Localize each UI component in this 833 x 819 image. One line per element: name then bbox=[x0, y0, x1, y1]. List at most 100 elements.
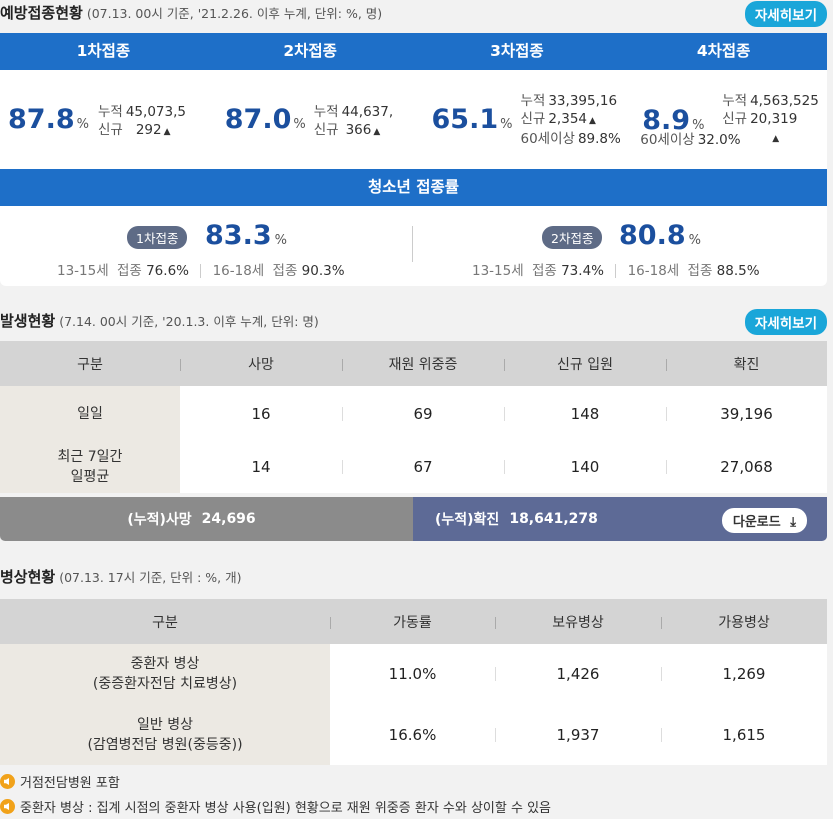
dose-3-stats: 65.1% 누적 33,395,16 신규 2,354 ▲ 60세이상 89.8% bbox=[414, 70, 621, 169]
daily-confirmed: 39,196 bbox=[666, 386, 827, 441]
icu-available: 1,269 bbox=[661, 644, 827, 704]
up-arrow-icon: ▲ bbox=[373, 127, 381, 137]
teen-dose-2-breakdown: 13-15세 접종 73.4% 16-18세 접종 88.5% bbox=[472, 263, 760, 279]
dose-2-header: 2차접종 bbox=[283, 42, 337, 60]
dose-2-detail: 누적 44,637, 신규 366 ▲ bbox=[313, 104, 394, 138]
general-utilization: 16.6% bbox=[330, 704, 495, 765]
table-row: 중환자 병상 (중증환자전담 치료병상) 11.0% 1,426 1,269 bbox=[0, 644, 827, 704]
beds-table: 구분 가동률 보유병상 가용병상 중환자 병상 (중증환자전담 치료병상) 11… bbox=[0, 599, 827, 765]
download-button[interactable]: 다운로드 ⤓ bbox=[721, 508, 807, 533]
teen-divider bbox=[412, 226, 413, 262]
dose-1-header: 1차접종 bbox=[76, 42, 131, 60]
col-new-admissions: 신규 입원 bbox=[504, 354, 666, 374]
up-arrow-icon: ▲ bbox=[589, 116, 596, 126]
dose-2-new: 366 bbox=[345, 122, 372, 138]
teen-dose-1-badge: 1차접종 bbox=[127, 226, 188, 249]
dose-4-age-detail: 60세이상 32.0% bbox=[640, 132, 741, 148]
teen-dose-2-badge: 2차접종 bbox=[542, 226, 603, 249]
dose-1-detail: 누적 45,073,5 신규 292 ▲ bbox=[98, 104, 186, 138]
dose-2-cumulative: 44,637, bbox=[341, 104, 394, 120]
dose-2-stats: 87.0% 누적 44,637, 신규 366 ▲ bbox=[207, 70, 414, 169]
general-available: 1,615 bbox=[661, 704, 827, 765]
dose-3-age60: 89.8% bbox=[577, 131, 621, 147]
vaccination-header: 예방접종현황 (07.13. 00시 기준, '21.2.26. 이후 누계, … bbox=[0, 0, 833, 27]
up-arrow-icon: ▲ bbox=[163, 127, 171, 137]
cumulative-bar: (누적)사망 24,696 (누적)확진 18,641,278 다운로드 ⤓ bbox=[0, 497, 827, 541]
teen-dose-2: 2차접종 80.8% 13-15세 접종 73.4% 16-18세 접종 88.… bbox=[414, 206, 827, 285]
dose-3-new: 2,354 bbox=[548, 111, 587, 127]
dose-4-header: 4차접종 bbox=[696, 42, 751, 60]
occurrence-table-header: 구분 사망 재원 위중증 신규 입원 확진 bbox=[0, 341, 827, 386]
dose-header-bar: 1차접종 2차접종 3차접종 4차접종 bbox=[0, 33, 827, 70]
col-category: 구분 bbox=[152, 614, 178, 631]
dose-1-rate: 87.8% bbox=[8, 104, 89, 135]
speaker-icon bbox=[0, 799, 15, 814]
row-label-7day-avg: 최근 7일간 일평균 bbox=[0, 441, 180, 493]
col-utilization: 가동률 bbox=[330, 612, 495, 632]
note-1: 거점전담병원 포함 bbox=[0, 772, 120, 791]
teen-dose-2-rate: 80.8% bbox=[619, 220, 701, 251]
table-row: 일반 병상 (감염병전담 병원(중등중)) 16.6% 1,937 1,615 bbox=[0, 704, 827, 765]
teen-title-bar: 청소년 접종률 bbox=[0, 169, 827, 206]
beds-title: 병상현황 bbox=[0, 567, 56, 586]
cumulative-confirmed: (누적)확진 18,641,278 다운로드 ⤓ bbox=[413, 497, 827, 541]
teen-stats-row: 1차접종 83.3% 13-15세 접종 76.6% 16-18세 접종 90.… bbox=[0, 206, 827, 285]
dose-4-new: 20,319 bbox=[750, 111, 798, 127]
table-row: 최근 7일간 일평균 14 67 140 27,068 bbox=[0, 441, 827, 493]
dose-4-cumulative: 4,563,525 bbox=[750, 93, 819, 109]
divider bbox=[615, 264, 617, 278]
dose-stats-row: 87.8% 누적 45,073,5 신규 292 ▲ 87.0% 누적 44,637, … bbox=[0, 70, 827, 169]
vaccination-title: 예방접종현황 bbox=[0, 3, 83, 22]
table-row: 일일 16 69 148 39,196 bbox=[0, 386, 827, 441]
beds-header: 병상현황 (07.13. 17시 기준, 단위 : %, 개) bbox=[0, 565, 833, 587]
dose-1-stats: 87.8% 누적 45,073,5 신규 292 ▲ bbox=[0, 70, 207, 169]
daily-new-admissions: 148 bbox=[504, 386, 666, 441]
row-label-general: 일반 병상 (감염병전담 병원(중등중)) bbox=[0, 704, 330, 765]
col-critical: 재원 위중증 bbox=[342, 354, 504, 374]
cumulative-deaths: (누적)사망 24,696 bbox=[0, 497, 413, 541]
download-icon: ⤓ bbox=[790, 515, 796, 530]
col-deaths: 사망 bbox=[180, 354, 342, 374]
note-2: 중환자 병상 : 집계 시점의 중환자 병상 사용(입원) 현황으로 재원 위중… bbox=[0, 797, 551, 816]
daily-deaths: 16 bbox=[180, 386, 342, 441]
dose-1-cumulative: 45,073,5 bbox=[125, 104, 186, 120]
teen-dose-1-breakdown: 13-15세 접종 76.6% 16-18세 접종 90.3% bbox=[57, 263, 345, 279]
dose-3-detail: 누적 33,395,16 신규 2,354 ▲ 60세이상 89.8% bbox=[520, 93, 621, 147]
vaccination-note: (07.13. 00시 기준, '21.2.26. 이후 누계, 단위: %, … bbox=[86, 5, 383, 21]
icu-utilization: 11.0% bbox=[330, 644, 495, 704]
teen-dose-1-rate: 83.3% bbox=[205, 220, 287, 251]
icu-owned: 1,426 bbox=[495, 644, 661, 704]
row-label-icu: 중환자 병상 (중증환자전담 치료병상) bbox=[0, 644, 330, 704]
occurrence-header: 발생현황 (7.14. 00시 기준, '20.1.3. 이후 누계, 단위: … bbox=[0, 308, 833, 335]
beds-table-header: 구분 가동률 보유병상 가용병상 bbox=[0, 599, 827, 644]
up-arrow-icon: ▲ bbox=[772, 134, 780, 144]
speaker-icon bbox=[0, 774, 15, 789]
avg-confirmed: 27,068 bbox=[666, 441, 827, 493]
vaccination-detail-button[interactable]: 자세히보기 bbox=[744, 1, 827, 27]
col-owned-beds: 보유병상 bbox=[495, 612, 661, 632]
dose-2-rate: 87.0% bbox=[224, 104, 306, 135]
avg-new-admissions: 140 bbox=[504, 441, 666, 493]
occurrence-table: 구분 사망 재원 위중증 신규 입원 확진 일일 16 69 148 39,19… bbox=[0, 341, 827, 493]
col-confirmed: 확진 bbox=[666, 354, 827, 374]
occurrence-title: 발생현황 bbox=[0, 311, 56, 330]
dose-3-header: 3차접종 bbox=[490, 42, 544, 60]
divider bbox=[200, 264, 202, 278]
dose-1-new: 292 bbox=[135, 122, 162, 138]
dose-3-rate: 65.1% bbox=[431, 104, 513, 135]
dose-3-cumulative: 33,395,16 bbox=[548, 93, 618, 109]
general-owned: 1,937 bbox=[495, 704, 661, 765]
col-category: 구분 bbox=[77, 356, 103, 373]
occurrence-detail-button[interactable]: 자세히보기 bbox=[744, 309, 827, 335]
avg-critical: 67 bbox=[342, 441, 504, 493]
occurrence-note: (7.14. 00시 기준, '20.1.3. 이후 누계, 단위: 명) bbox=[59, 313, 319, 329]
row-label-daily: 일일 bbox=[0, 386, 180, 441]
dose-4-age60: 32.0% bbox=[697, 132, 741, 148]
col-available-beds: 가용병상 bbox=[661, 612, 827, 632]
avg-deaths: 14 bbox=[180, 441, 342, 493]
dose-4-stats: 8.9% 누적 4,563,525 신규 20,319 ▲ 60세이상 32.0% bbox=[620, 70, 827, 169]
daily-critical: 69 bbox=[342, 386, 504, 441]
teen-dose-1: 1차접종 83.3% 13-15세 접종 76.6% 16-18세 접종 90.… bbox=[0, 206, 413, 285]
beds-note: (07.13. 17시 기준, 단위 : %, 개) bbox=[59, 569, 242, 585]
vaccination-panel: 1차접종 2차접종 3차접종 4차접종 87.8% 누적 45,073,5 신규 2… bbox=[0, 33, 827, 286]
